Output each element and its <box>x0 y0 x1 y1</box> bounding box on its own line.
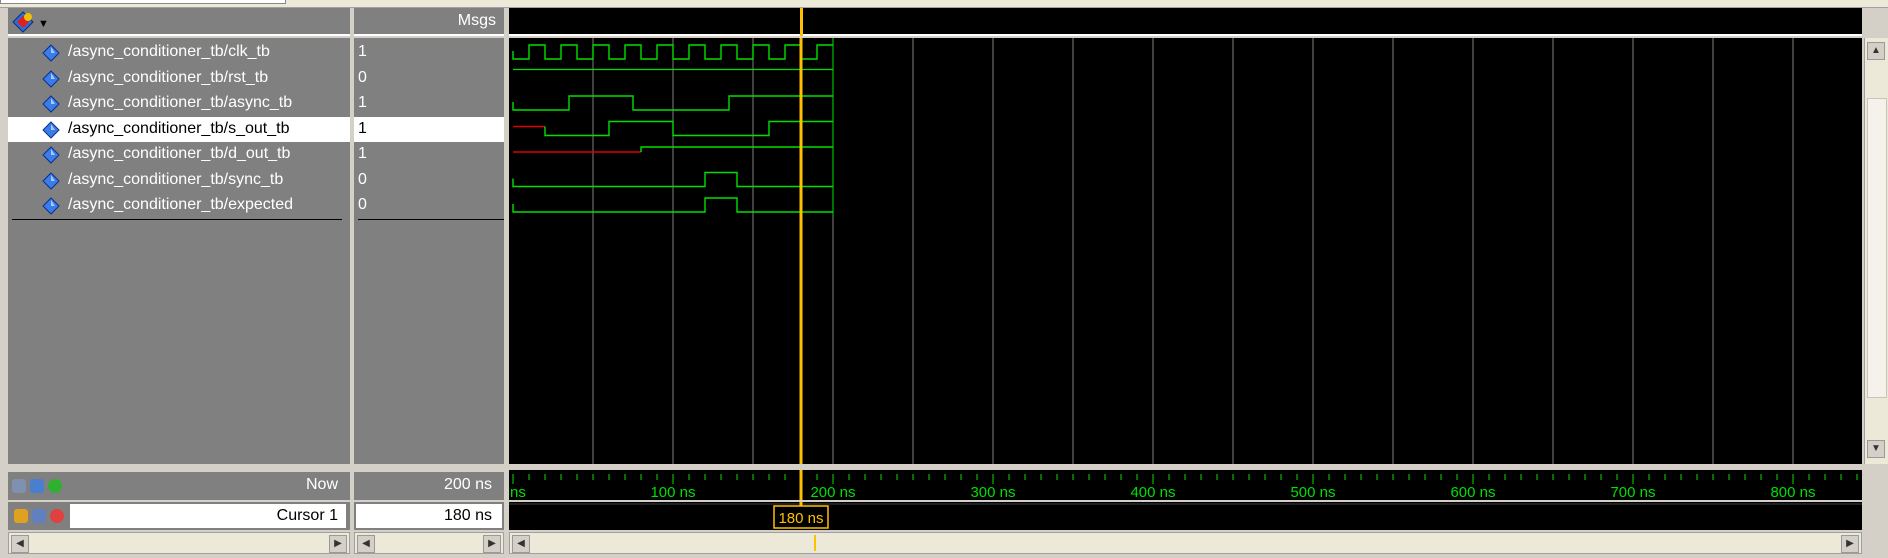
blue-diamond-icon <box>42 69 60 88</box>
wave-add-icon[interactable] <box>12 479 26 493</box>
signal-value-row[interactable]: 0 <box>354 168 504 193</box>
ruler-label: 700 ns <box>1610 484 1655 500</box>
ruler-label: 200 ns <box>810 484 855 500</box>
scroll-right-icon[interactable]: ▶ <box>329 535 347 553</box>
list-end-marker <box>358 219 504 220</box>
scroll-left-icon[interactable]: ◀ <box>512 535 530 553</box>
blue-diamond-icon <box>42 120 60 139</box>
signal-row[interactable]: /async_conditioner_tb/expected <box>8 193 350 218</box>
ruler-label: ns <box>510 484 526 500</box>
edit-cursor-icon[interactable] <box>32 509 46 523</box>
blue-diamond-icon <box>42 95 60 113</box>
signal-name: /async_conditioner_tb/sync_tb <box>68 170 284 188</box>
signal-value-row[interactable]: 1 <box>354 40 504 65</box>
signal-value: 0 <box>358 68 367 86</box>
waveform <box>544 120 833 137</box>
signal-value-row[interactable]: 0 <box>354 66 504 91</box>
signal-name: /async_conditioner_tb/rst_tb <box>68 68 269 86</box>
waveform <box>640 146 833 152</box>
cursor-name[interactable]: Cursor 1 <box>70 504 346 528</box>
scroll-right-icon[interactable]: ▶ <box>483 535 501 553</box>
signal-value: 1 <box>358 43 367 60</box>
scroll-up-icon[interactable]: ▲ <box>1867 42 1885 60</box>
scroll-right-icon[interactable]: ▶ <box>1841 535 1859 553</box>
ruler-label: 300 ns <box>970 484 1015 500</box>
waveform <box>512 44 833 60</box>
signal-value: 1 <box>358 119 367 137</box>
signal-row[interactable]: /async_conditioner_tb/d_out_tb <box>8 142 350 167</box>
cursor-value[interactable]: 180 ns <box>356 504 502 528</box>
signal-row[interactable]: /async_conditioner_tb/clk_tb <box>8 40 350 65</box>
ruler-label: 500 ns <box>1290 484 1335 500</box>
signal-name: /async_conditioner_tb/s_out_tb <box>68 119 290 137</box>
signal-value-row[interactable]: 1 <box>354 142 504 167</box>
scroll-left-icon[interactable]: ◀ <box>357 535 375 553</box>
values-header: Msgs <box>354 8 504 36</box>
signal-names-pane: /async_conditioner_tb/clk_tb/async_condi… <box>8 38 350 464</box>
ruler-label: 600 ns <box>1450 484 1495 500</box>
zoom-icon[interactable] <box>30 479 44 493</box>
signal-value: 1 <box>358 94 367 111</box>
cursor-time-label: 180 ns <box>778 510 823 527</box>
signal-name: /async_conditioner_tb/async_tb <box>68 94 293 111</box>
blue-diamond-icon <box>42 171 60 190</box>
remove-cursor-icon[interactable] <box>50 509 64 523</box>
pane-splitter[interactable] <box>504 8 508 528</box>
top-tab[interactable] <box>0 0 286 4</box>
cursor-marker <box>814 535 816 551</box>
scroll-thumb[interactable] <box>1867 98 1887 398</box>
signal-value-row[interactable]: 1 <box>354 91 504 116</box>
scroll-left-icon[interactable]: ◀ <box>11 535 29 553</box>
names-header <box>8 8 350 36</box>
names-hscrollbar[interactable]: ◀ ▶ <box>8 532 350 554</box>
signal-name: /async_conditioner_tb/clk_tb <box>68 43 270 60</box>
signal-value: 0 <box>358 170 367 188</box>
signal-value: 1 <box>358 145 367 162</box>
wave-hscrollbar[interactable]: ◀ ▶ <box>509 532 1862 554</box>
wave-header <box>509 8 1862 36</box>
signal-row[interactable]: /async_conditioner_tb/sync_tb <box>8 168 350 193</box>
list-end-marker <box>12 219 342 220</box>
ruler-label: 100 ns <box>650 484 695 500</box>
vertical-scrollbar[interactable]: ▲ ▼ <box>1864 38 1888 464</box>
signal-value-row[interactable]: 0 <box>354 193 504 218</box>
signal-value-row[interactable]: 1 <box>354 116 504 142</box>
wave-window: ▼ Msgs /async_conditioner_tb/clk_tb/asyn… <box>0 0 1888 558</box>
blue-diamond-icon <box>42 44 60 62</box>
signal-row[interactable]: /async_conditioner_tb/async_tb <box>8 91 350 116</box>
time-ruler[interactable]: ns 100 ns 200 ns 300 ns 400 ns 500 ns 600 ns 70… <box>509 470 1862 500</box>
add-cursor-icon[interactable] <box>48 479 62 493</box>
now-value: 200 ns <box>354 472 504 500</box>
signal-row[interactable]: /async_conditioner_tb/rst_tb <box>8 66 350 91</box>
signal-name: /async_conditioner_tb/d_out_tb <box>68 145 291 162</box>
signal-value: 0 <box>358 196 367 213</box>
blue-diamond-icon <box>42 146 60 164</box>
cursor-strip[interactable]: 180 ns <box>509 502 1862 530</box>
signal-values-pane: 1 0 1 1 1 0 0 <box>354 38 504 464</box>
ruler-label: 800 ns <box>1770 484 1815 500</box>
cursor-line-top <box>799 8 803 36</box>
signal-name: /async_conditioner_tb/expected <box>68 196 294 213</box>
signal-row[interactable]: /async_conditioner_tb/s_out_tb <box>8 116 350 142</box>
ruler-label: 400 ns <box>1130 484 1175 500</box>
blue-diamond-icon <box>42 197 60 215</box>
waveform-pane[interactable] <box>509 38 1862 464</box>
chevron-down-icon[interactable]: ▼ <box>38 18 49 30</box>
values-hscrollbar[interactable]: ◀ ▶ <box>354 532 504 554</box>
wave-tool-icon[interactable] <box>12 11 34 33</box>
scroll-down-icon[interactable]: ▼ <box>1867 440 1885 458</box>
lock-icon[interactable] <box>14 509 28 523</box>
